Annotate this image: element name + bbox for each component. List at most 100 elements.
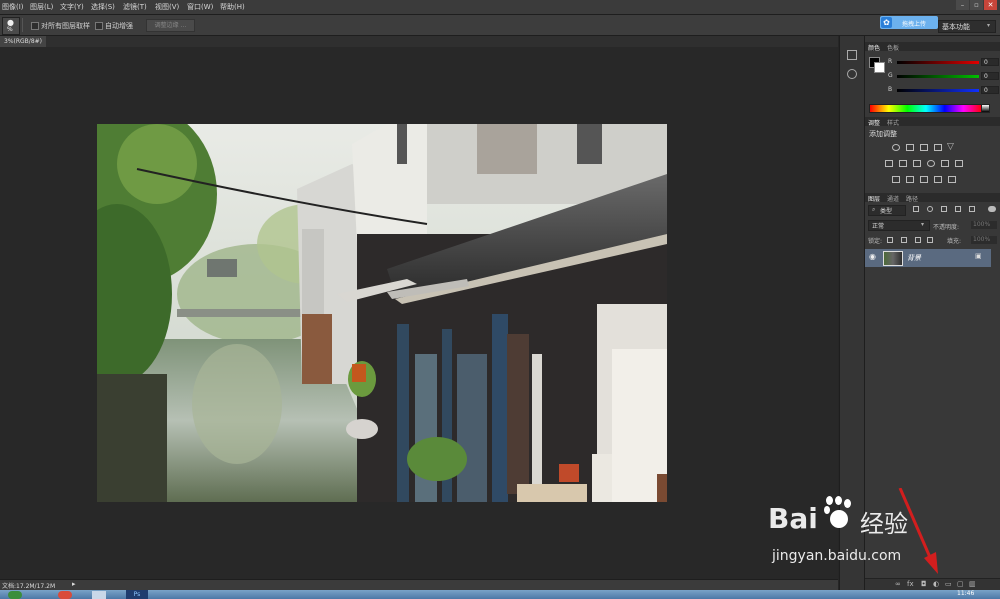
divider (22, 18, 23, 32)
adjustments-panel-header: 调整 样式 (865, 117, 1000, 127)
menu-select[interactable]: 选择(S) (91, 2, 115, 12)
threshold-icon[interactable] (920, 176, 928, 183)
tab-styles[interactable]: 样式 (887, 118, 899, 127)
minimize-button[interactable]: – (956, 0, 969, 10)
document-tab[interactable]: 3%(RGB/8#) (0, 36, 47, 47)
start-button[interactable] (8, 591, 22, 599)
tab-swatches[interactable]: 色板 (887, 43, 899, 52)
fill-input[interactable]: 100% (971, 236, 997, 244)
cloud-icon: ✿ (881, 17, 892, 28)
history-icon[interactable] (847, 50, 857, 60)
menu-bar: 图像(I) 图层(L) 文字(Y) 选择(S) 滤镜(T) 视图(V) 窗口(W… (0, 0, 1000, 15)
blend-mode-select[interactable]: 正常 ▾ (868, 220, 930, 231)
workspace-label: 基本功能 (942, 23, 970, 31)
brightness-icon[interactable] (892, 144, 900, 151)
app-task-icon[interactable] (92, 591, 106, 599)
b-slider[interactable] (897, 89, 979, 92)
opacity-label: 不透明度: (933, 224, 960, 231)
curves-icon[interactable] (920, 144, 928, 151)
exposure-icon[interactable] (934, 144, 942, 151)
add-adjustment-title: 添加调整 (869, 130, 897, 138)
layer-filter-select[interactable]: ⌕ 类型 (868, 205, 906, 216)
photo-filter-icon[interactable] (927, 160, 935, 167)
document-tab-bar: 3%(RGB/8#) (0, 36, 838, 47)
upload-label: 拖拽上传 (902, 21, 927, 28)
canal-town-photo[interactable] (97, 124, 667, 502)
tab-channels[interactable]: 通道 (887, 194, 899, 203)
menu-filter[interactable]: 滤镜(T) (123, 2, 147, 12)
lock-all-icon[interactable] (927, 237, 933, 243)
channel-g-label: G (888, 72, 893, 79)
eye-icon[interactable]: ◉ (869, 252, 876, 261)
watermark-brand-cn: 经验 (860, 510, 908, 538)
selective-color-icon[interactable] (948, 176, 956, 183)
fill-label: 填充: (947, 238, 962, 245)
tool-preset-picker[interactable]: ● % (2, 17, 20, 35)
filter-toggle[interactable] (988, 206, 996, 212)
layer-name[interactable]: 背景 (907, 253, 921, 263)
chevron-down-icon: ▾ (921, 221, 925, 228)
sample-all-layers-checkbox[interactable] (31, 22, 39, 30)
document-canvas-area (0, 47, 838, 579)
workspace-select[interactable]: 基本功能 ▾ (938, 20, 996, 33)
tab-adjustments[interactable]: 调整 (868, 118, 880, 127)
channel-mixer-icon[interactable] (941, 160, 949, 167)
options-bar: ● % 对所有图层取样 自动增强 调整边缘 ... ✿ 拖拽上传 基本功能 ▾ (0, 15, 1000, 36)
g-value[interactable]: 0 (981, 72, 999, 80)
levels-icon[interactable] (906, 144, 914, 151)
background-color-swatch[interactable] (874, 62, 885, 73)
tab-color[interactable]: 颜色 (868, 43, 880, 52)
posterize-icon[interactable] (906, 176, 914, 183)
color-balance-icon[interactable] (899, 160, 907, 167)
menu-layer[interactable]: 图层(L) (30, 2, 53, 12)
invert-icon[interactable] (892, 176, 900, 183)
r-slider[interactable] (897, 61, 979, 64)
lock-position-icon[interactable] (915, 237, 921, 243)
black-white-ramp[interactable] (981, 104, 990, 113)
new-layer-icon[interactable]: ▢ (957, 580, 964, 588)
filter-smart-object-icon[interactable] (969, 206, 975, 212)
lock-transparency-icon[interactable] (887, 237, 893, 243)
menu-view[interactable]: 视图(V) (155, 2, 179, 12)
refine-edge-button[interactable]: 调整边缘 ... (146, 19, 195, 32)
delete-layer-icon[interactable]: ▥ (969, 580, 976, 588)
r-value[interactable]: 0 (981, 58, 999, 66)
color-panel-header: 颜色 色板 (865, 42, 1000, 52)
status-menu-arrow[interactable]: ▸ (72, 580, 76, 588)
filter-adjustment-icon[interactable] (927, 206, 933, 212)
menu-type[interactable]: 文字(Y) (60, 2, 84, 12)
auto-enhance-checkbox[interactable] (95, 22, 103, 30)
color-lookup-icon[interactable] (955, 160, 963, 167)
channel-b-label: B (888, 86, 893, 93)
close-button[interactable]: ✕ (984, 0, 997, 10)
menu-window[interactable]: 窗口(W) (187, 2, 213, 12)
lock-image-icon[interactable] (901, 237, 907, 243)
link-layers-icon[interactable]: ∞ (895, 580, 901, 588)
b-value[interactable]: 0 (981, 86, 999, 94)
filter-pixel-icon[interactable] (913, 206, 919, 212)
menu-image[interactable]: 图像(I) (2, 2, 24, 12)
menu-help[interactable]: 帮助(H) (220, 2, 245, 12)
hue-saturation-icon[interactable] (885, 160, 893, 167)
restore-button[interactable]: ▫ (970, 0, 983, 10)
filter-type-icon[interactable] (941, 206, 947, 212)
taskbar: Ps 11:46 (0, 590, 1000, 599)
opacity-input[interactable]: 100% (971, 221, 997, 229)
properties-icon[interactable] (847, 69, 857, 79)
layer-style-icon[interactable]: fx (907, 580, 914, 588)
new-group-icon[interactable]: ▭ (945, 580, 952, 588)
tab-layers[interactable]: 图层 (868, 194, 880, 203)
color-spectrum-bar[interactable] (869, 104, 983, 113)
photoshop-task-icon[interactable]: Ps (126, 590, 148, 599)
gradient-map-icon[interactable] (934, 176, 942, 183)
upload-button[interactable]: ✿ 拖拽上传 (880, 16, 938, 29)
filter-shape-icon[interactable] (955, 206, 961, 212)
black-white-icon[interactable] (913, 160, 921, 167)
new-adjustment-icon[interactable]: ◐ (933, 580, 939, 588)
g-slider[interactable] (897, 75, 979, 78)
layer-row-background[interactable]: ◉ 背景 ▣ (865, 249, 991, 267)
vibrance-icon[interactable]: ▽ (947, 142, 954, 152)
add-mask-icon[interactable]: ◘ (921, 580, 927, 588)
browser-task-icon[interactable] (58, 591, 72, 599)
tab-paths[interactable]: 路径 (906, 194, 918, 203)
